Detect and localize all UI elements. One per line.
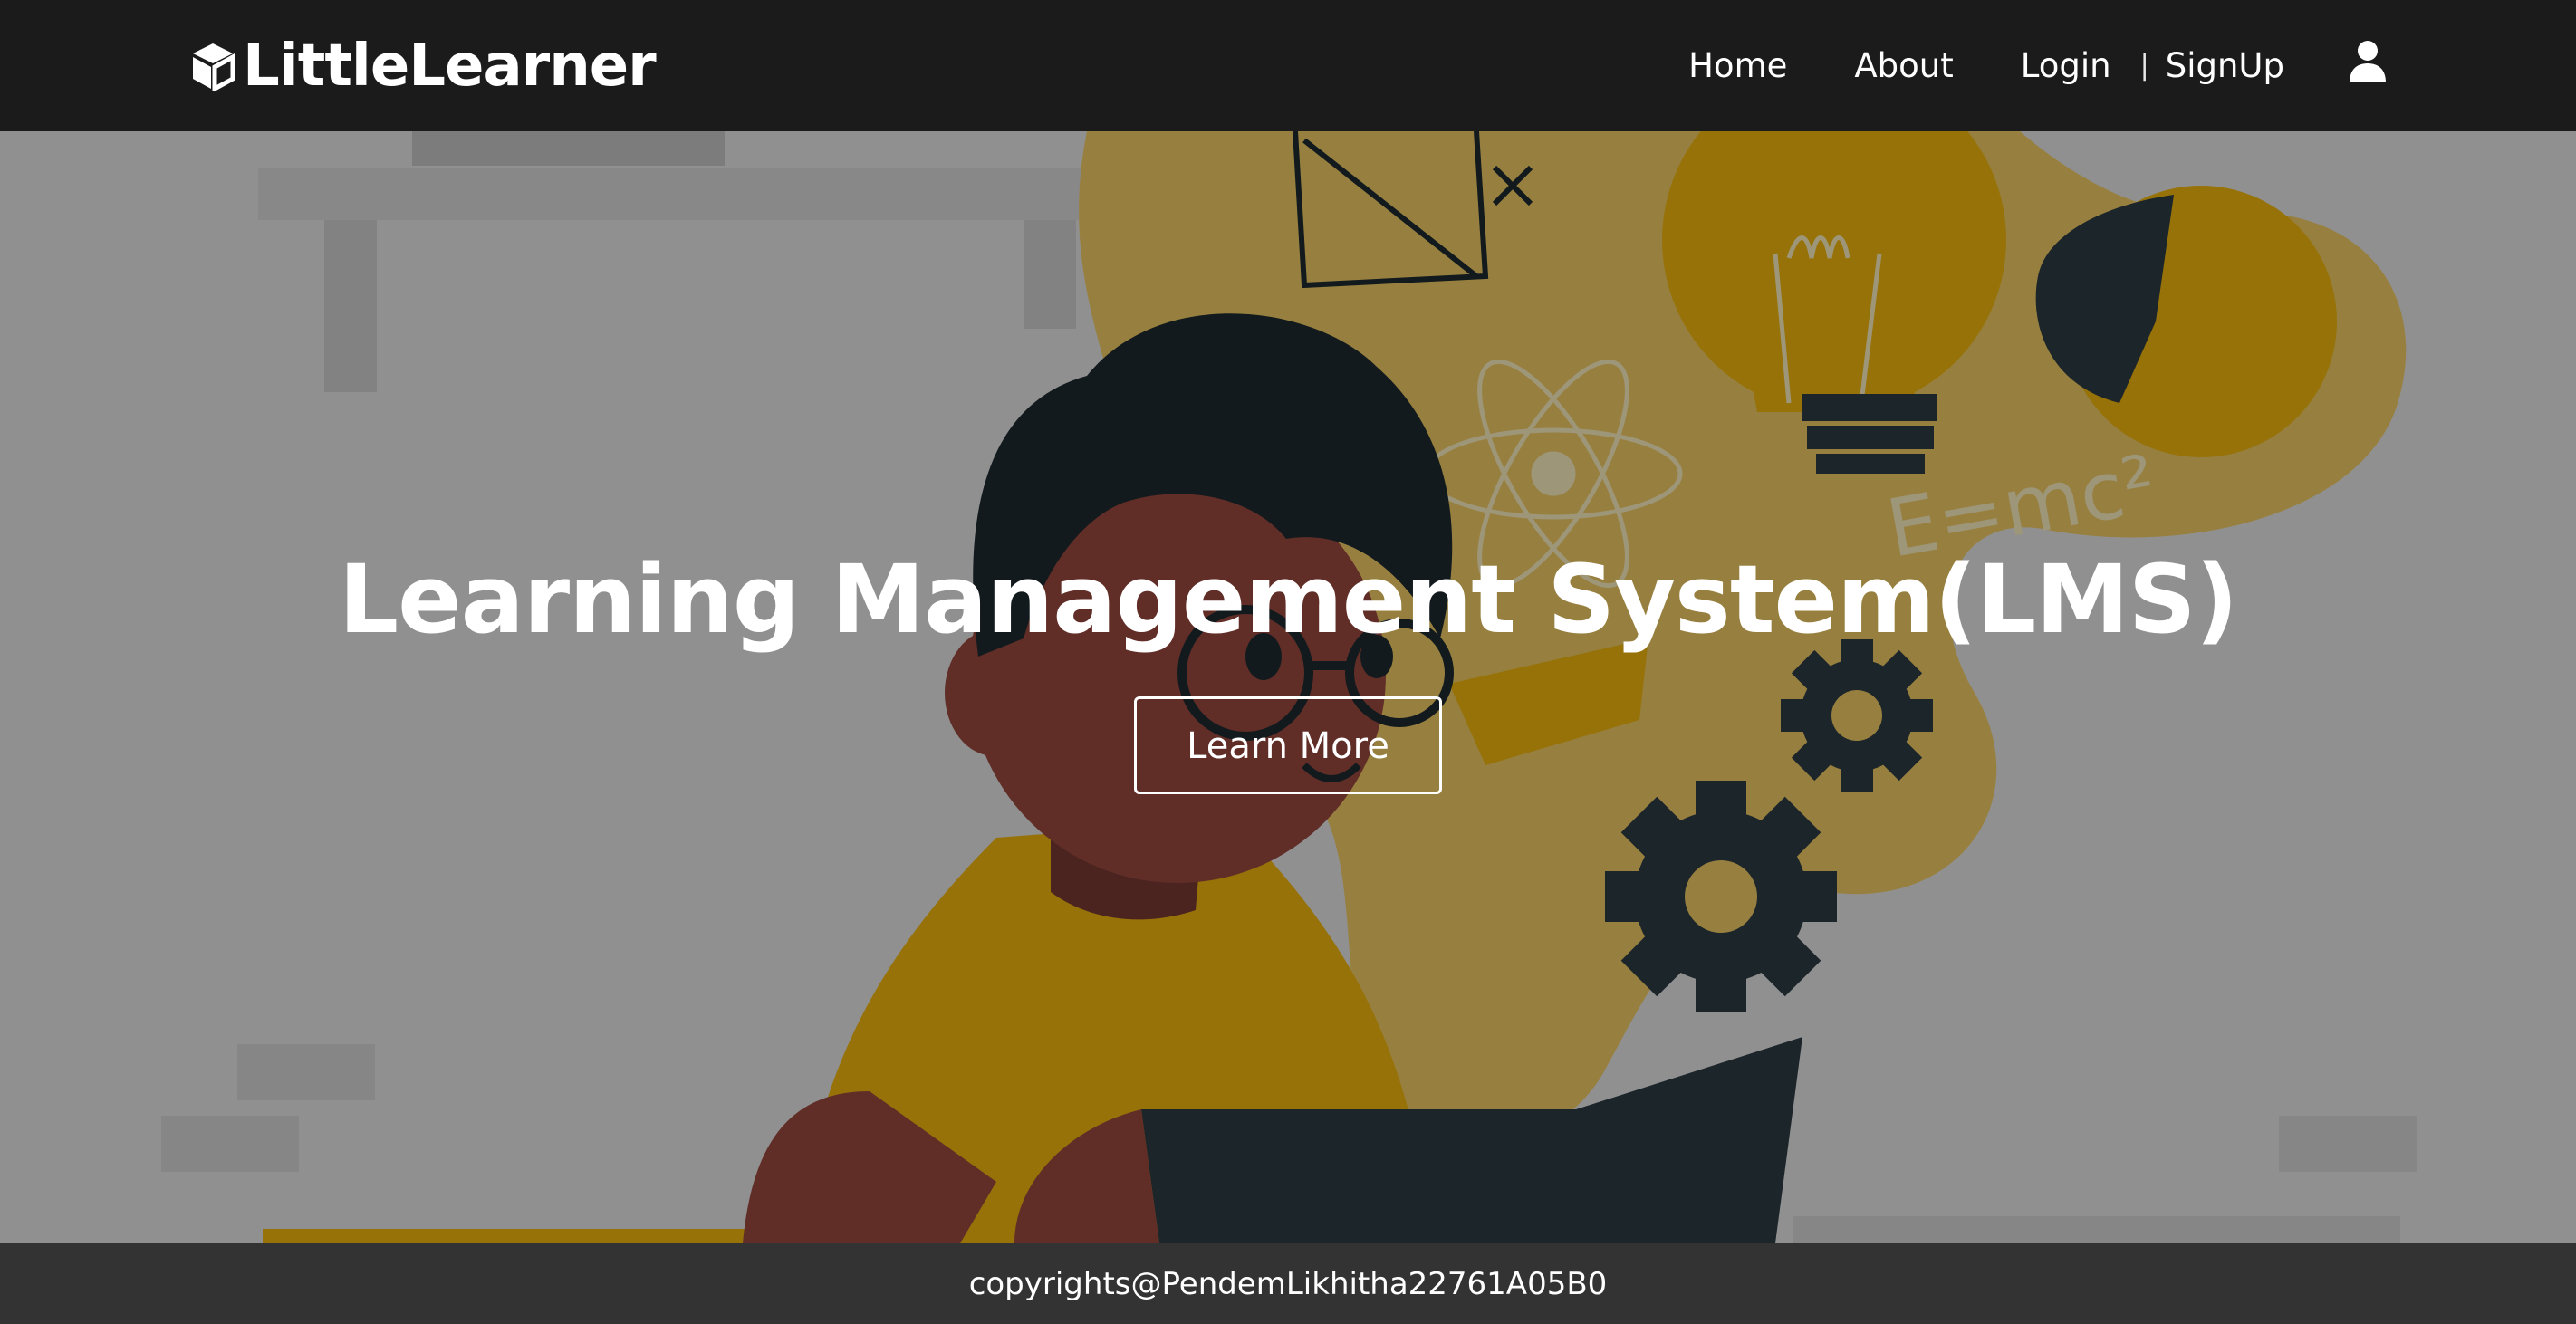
- learn-more-button[interactable]: Learn More: [1134, 696, 1442, 795]
- brand-name: LittleLearner: [243, 33, 657, 100]
- page-footer: copyrights@PendemLikhitha22761A05B0: [0, 1243, 2576, 1324]
- nav-login-link[interactable]: Login: [2021, 49, 2111, 82]
- nav-separator: |: [2139, 49, 2149, 82]
- user-icon[interactable]: [2350, 40, 2386, 82]
- footer-copyright-text: copyrights@PendemLikhitha22761A05B0: [968, 1265, 1608, 1302]
- hero-title: Learning Management System(LMS): [338, 544, 2238, 655]
- nav-signup-link[interactable]: SignUp: [2166, 49, 2284, 82]
- cube-icon: [193, 43, 235, 91]
- hero-section: E=mc² Learning Management System(LMS) Le…: [0, 131, 2576, 1243]
- nav-home-link[interactable]: Home: [1688, 49, 1787, 82]
- hero-content: Learning Management System(LMS) Learn Mo…: [0, 544, 2576, 795]
- nav-menu: Home About Login | SignUp: [1688, 0, 2386, 131]
- nav-about-link[interactable]: About: [1854, 49, 1953, 82]
- brand-logo[interactable]: LittleLearner: [190, 31, 657, 101]
- top-navbar: LittleLearner Home About Login | SignUp: [0, 0, 2576, 131]
